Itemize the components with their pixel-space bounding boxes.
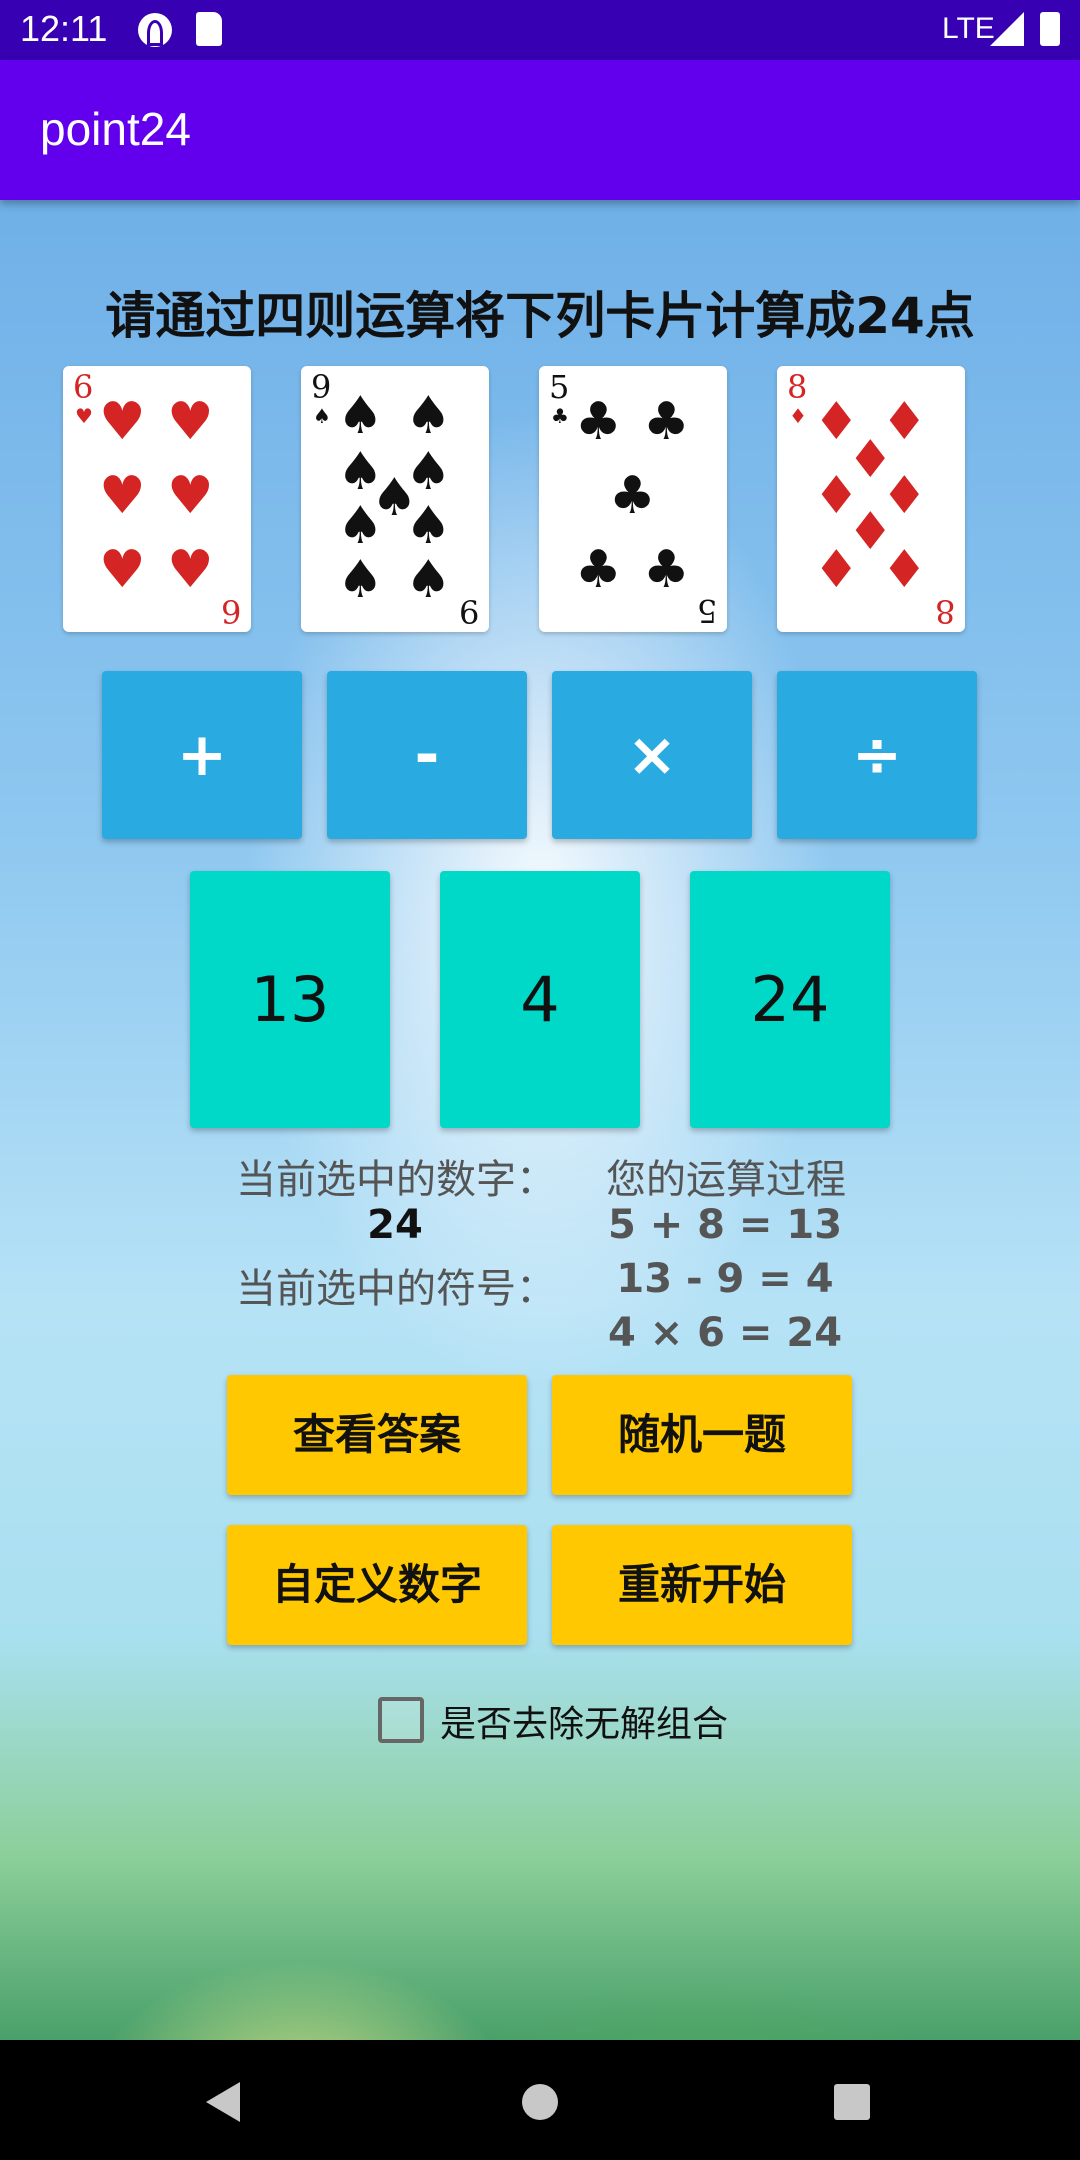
app-title: point24 [40,103,191,155]
app-bar: point24 [0,60,1080,200]
playing-card-4[interactable]: 8 ♦ ♦ ♦ ♦ ♦ ♦ ♦ ♦ ♦ 8 [777,366,965,632]
navigation-bar [0,2040,1080,2160]
spade-icon: ♠ [405,550,452,610]
notification-app-icon [138,13,172,47]
club-icon: ♣ [575,540,622,600]
spade-icon: ♠ [337,496,384,556]
status-time: 12:11 [20,8,108,49]
club-icon: ♣ [609,466,656,526]
instruction-text: 请通过四则运算将下列卡片计算成24点 [105,287,975,345]
custom-numbers-button[interactable]: 自定义数字 [227,1525,527,1645]
home-icon[interactable] [522,2084,558,2120]
club-icon: ♣ [575,392,622,452]
number-card-3[interactable]: 24 [690,871,890,1128]
card-rank: 5 [549,368,570,406]
random-question-button[interactable]: 随机一题 [552,1375,852,1495]
heart-icon: ♥ [167,392,214,452]
heart-icon: ♥ [167,540,214,600]
spade-icon: ♠ [405,496,452,556]
process-step-2: 13 - 9 = 4 [616,1256,834,1302]
spade-icon: ♠ [337,550,384,610]
divide-button[interactable]: ÷ [777,671,977,839]
battery-icon [1040,12,1060,46]
playing-card-2[interactable]: 9 ♠ ♠ ♠ ♠ ♠ ♠ ♠ ♠ ♠ ♠ 9 [301,366,489,632]
process-step-1: 5 + 8 = 13 [607,1202,843,1248]
selected-operator-label: 当前选中的符号： [236,1266,556,1312]
playing-card-1[interactable]: 6 ♥ ♥ ♥ ♥ ♥ ♥ ♥ 6 [63,366,251,632]
view-answer-button[interactable]: 查看答案 [227,1375,527,1495]
card-rank-bottom: 9 [458,592,479,630]
network-type: LTE [942,12,995,45]
selected-number-label: 当前选中的数字： [236,1157,556,1203]
multiply-button[interactable]: × [552,671,752,839]
card-rank: 8 [787,368,808,406]
spade-icon: ♠ [313,404,331,428]
club-icon: ♣ [643,540,690,600]
spade-icon: ♠ [405,386,452,446]
recent-apps-icon[interactable] [834,2084,870,2120]
back-icon[interactable] [206,2082,240,2122]
heart-icon: ♥ [167,466,214,526]
heart-icon: ♥ [75,404,93,428]
card-rank-bottom: 6 [220,592,241,630]
status-bar: 12:11 LTE [0,0,1080,60]
number-card-2[interactable]: 4 [440,871,640,1128]
card-rank-bottom: 8 [934,592,955,630]
spade-icon: ♠ [337,386,384,446]
minus-button[interactable]: - [327,671,527,839]
card-rank: 9 [311,368,332,406]
playing-card-3[interactable]: 5 ♣ ♣ ♣ ♣ ♣ ♣ 5 [539,366,727,632]
sd-card-icon [196,12,222,46]
number-card-1[interactable]: 13 [190,871,390,1128]
club-icon: ♣ [551,404,569,428]
diamond-icon: ♦ [789,404,807,428]
process-step-3: 4 × 6 = 24 [607,1310,843,1356]
heart-icon: ♥ [99,392,146,452]
remove-unsolvable-checkbox[interactable] [378,1697,424,1743]
heart-icon: ♥ [99,540,146,600]
plus-button[interactable]: + [102,671,302,839]
card-rank-bottom: 5 [696,592,717,630]
card-rank: 6 [73,368,94,406]
diamond-icon: ♦ [881,540,928,600]
club-icon: ♣ [643,392,690,452]
restart-button[interactable]: 重新开始 [552,1525,852,1645]
diamond-icon: ♦ [813,540,860,600]
heart-icon: ♥ [99,466,146,526]
remove-unsolvable-label[interactable]: 是否去除无解组合 [440,1695,728,1747]
selected-number-value: 24 [367,1202,423,1248]
process-title: 您的运算过程 [606,1157,846,1203]
signal-icon [990,12,1024,46]
